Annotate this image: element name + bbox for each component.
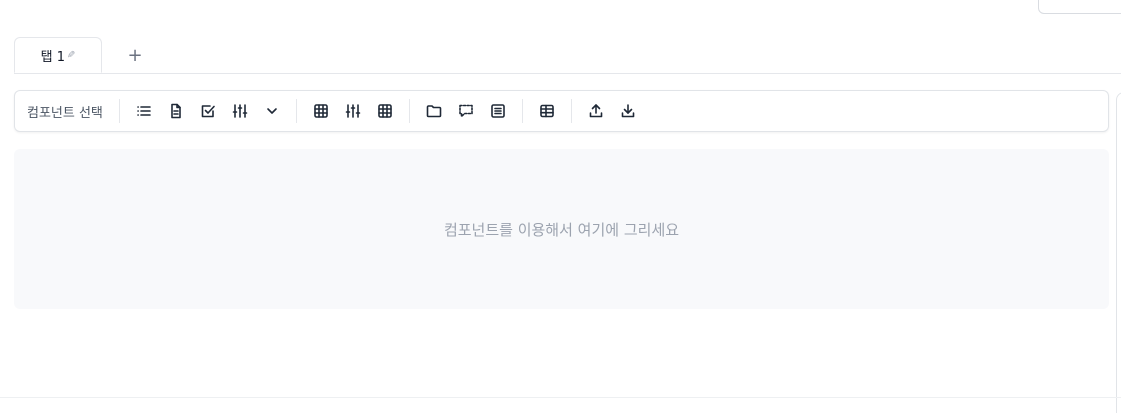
upload-icon[interactable] <box>580 97 612 125</box>
tab-1[interactable]: 탭 1 ✎ <box>14 37 102 73</box>
bottom-divider <box>0 397 1121 398</box>
toolbar-divider <box>295 99 297 123</box>
toolbar-divider <box>521 99 523 123</box>
pencil-icon[interactable]: ✎ <box>67 50 75 61</box>
table-icon[interactable] <box>531 97 563 125</box>
canvas-placeholder: 컴포넌트를 이용해서 여기에 그리세요 <box>443 220 680 239</box>
toolbar-divider <box>408 99 410 123</box>
chevron-down-icon[interactable] <box>256 97 288 125</box>
comment-icon[interactable] <box>450 97 482 125</box>
document-icon[interactable] <box>160 97 192 125</box>
toolbar-divider <box>570 99 572 123</box>
toolbar-divider <box>118 99 120 123</box>
text-lines-icon[interactable] <box>482 97 514 125</box>
tab-bar: 탭 1 ✎ + <box>14 37 1121 74</box>
list-icon[interactable] <box>128 97 160 125</box>
component-select-label: 컴포넌트 선택 <box>27 105 103 121</box>
drawing-canvas[interactable]: 컴포넌트를 이용해서 여기에 그리세요 <box>14 149 1109 309</box>
download-icon[interactable] <box>612 97 644 125</box>
grid-icon[interactable] <box>305 97 337 125</box>
component-toolbar: 컴포넌트 선택 <box>14 90 1109 132</box>
checkbox-icon[interactable] <box>192 97 224 125</box>
tab-label: 탭 1 <box>40 49 65 65</box>
side-panel-edge <box>1116 92 1121 413</box>
grid-icon[interactable] <box>369 97 401 125</box>
sliders-icon[interactable] <box>224 97 256 125</box>
top-right-control[interactable] <box>1038 0 1121 14</box>
add-tab-button[interactable]: + <box>124 43 146 67</box>
folder-icon[interactable] <box>418 97 450 125</box>
sliders-icon[interactable] <box>337 97 369 125</box>
